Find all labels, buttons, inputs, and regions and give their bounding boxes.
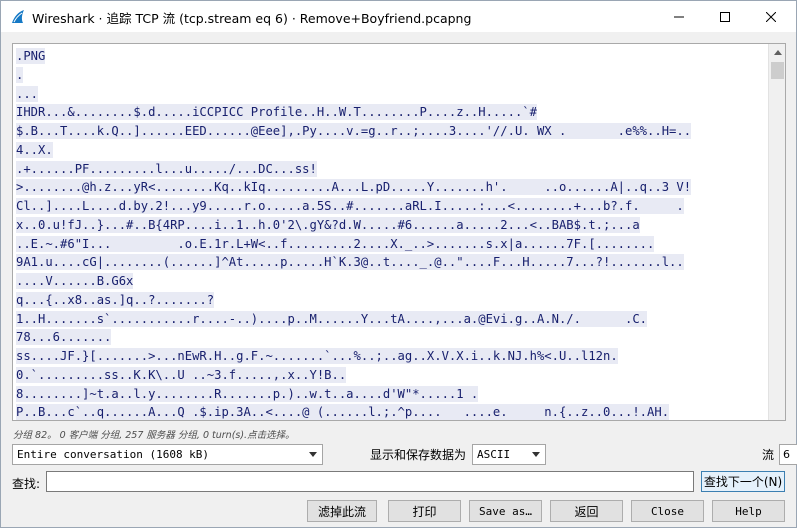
stream-line: 78...6.......	[16, 328, 766, 347]
scroll-up-arrow-icon	[773, 50, 782, 55]
maximize-button[interactable]	[702, 1, 748, 32]
stream-line: Cl..]....L....d.by.2!...y9.....r.o.....a…	[16, 197, 766, 216]
conversation-select[interactable]: Entire conversation (1608 kB)	[12, 444, 323, 465]
stream-line-text: 8........]~t.a..l.y........R.......p.)..…	[16, 385, 479, 402]
format-select[interactable]: ASCII	[472, 444, 546, 465]
minimize-icon	[674, 16, 684, 17]
stream-line-text: 1..H.......s`...........r....-..)....p..…	[16, 310, 648, 327]
back-button[interactable]: 返回	[550, 500, 623, 522]
stream-line-text: IHDR...&........$.d.....iCCPICC Profile.…	[16, 104, 537, 121]
format-value: ASCII	[477, 448, 511, 461]
stream-line: IHDR...&........$.d.....iCCPICC Profile.…	[16, 103, 766, 122]
print-button[interactable]: 打印	[388, 500, 461, 522]
stream-line: 4..X.	[16, 141, 766, 160]
stream-line: >........@h.z...yR<........Kq..kIq......…	[16, 178, 766, 197]
stream-stats: 分组 82。 0 客户端 分组, 257 服务器 分组, 0 turn(s).点…	[13, 430, 295, 441]
stream-line: x..0.u!fJ..}...#..B{4RP....i..1..h.0'2\.…	[16, 216, 766, 235]
stream-line: P..B...c`..q......A...Q .$.ip.3A..<....@…	[16, 403, 766, 420]
close-icon	[766, 11, 776, 22]
stream-line-text: 78...6.......	[16, 329, 112, 346]
stream-line-text: 9A1.u....cG|........(......]^At.....p...…	[16, 254, 684, 271]
stream-line: ss....JF.}[.......>...nEwR.H..g.F.~.....…	[16, 347, 766, 366]
stream-line-text: ..E.~.#6"I... .o.E.1r.L+W<..f.........2.…	[16, 235, 655, 252]
save-as-button[interactable]: Save as…	[469, 500, 542, 522]
stream-text[interactable]: .PNG.... IHDR...&........$.d.....iCCPICC …	[16, 47, 766, 420]
stream-line-text: ....V......B.G6x	[16, 273, 134, 289]
stream-line: .+......PF.........l...u...../...DC...ss…	[16, 160, 766, 179]
stream-line-text: q...{..x8..as.]q..?.......?	[16, 291, 215, 308]
scroll-thumb[interactable]	[771, 62, 784, 79]
stream-line: ....V......B.G6x	[16, 272, 766, 291]
stream-line: .	[16, 66, 766, 85]
stream-line: $.B...T....k.Q..]......EED......@Eee],.P…	[16, 122, 766, 141]
stream-line: .PNG	[16, 47, 766, 66]
vertical-scrollbar[interactable]	[768, 44, 785, 420]
stream-line-text: 4..X.	[16, 141, 53, 158]
stream-line-text: .+......PF.........l...u...../...DC...ss…	[16, 160, 317, 177]
conversation-value: Entire conversation (1608 kB)	[17, 448, 210, 461]
stream-label: 流	[762, 448, 775, 462]
stream-line-text: $.B...T....k.Q..]......EED......@Eee],.P…	[16, 123, 692, 139]
maximize-icon	[720, 11, 730, 22]
find-label: 查找:	[12, 477, 41, 491]
find-input[interactable]	[46, 471, 694, 492]
dropdown-arrow-icon	[304, 452, 322, 457]
dropdown-arrow-icon	[527, 452, 545, 457]
help-button[interactable]: Help	[712, 500, 785, 522]
stream-line-text: ss....JF.}[.......>...nEwR.H..g.F.~.....…	[16, 348, 618, 364]
stream-line: 8........]~t.a..l.y........R.......p.)..…	[16, 385, 766, 404]
close-button[interactable]: Close	[631, 500, 704, 522]
close-window-button[interactable]	[748, 1, 794, 32]
stream-line-text: .	[16, 66, 24, 83]
stream-line: 1..H.......s`...........r....-..)....p..…	[16, 310, 766, 329]
stream-line: ...	[16, 85, 766, 104]
filter-out-stream-button[interactable]: 滤掉此流	[307, 500, 377, 522]
follow-tcp-stream-window: Wireshark · 追踪 TCP 流 (tcp.stream eq 6) ·…	[0, 0, 797, 528]
stream-line-text: .PNG	[16, 48, 46, 64]
stream-line-text: 0.`.........ss..K.K\..U ..~3.f.....,.x..…	[16, 366, 347, 383]
scroll-up-button[interactable]	[769, 44, 785, 61]
minimize-button[interactable]	[656, 1, 702, 32]
stream-line: ..E.~.#6"I... .o.E.1r.L+W<..f.........2.…	[16, 235, 766, 254]
title-bar[interactable]: Wireshark · 追踪 TCP 流 (tcp.stream eq 6) ·…	[1, 1, 796, 32]
stream-line: 9A1.u....cG|........(......]^At.....p...…	[16, 253, 766, 272]
stream-line: 0.`.........ss..K.K\..U ..~3.f.....,.x..…	[16, 366, 766, 385]
stream-line-text: ...	[16, 85, 39, 102]
stream-line-text: P..B...c`..q......A...Q .$.ip.3A..<....@…	[16, 404, 670, 420]
wireshark-fin-icon	[12, 10, 24, 23]
stream-line: q...{..x8..as.]q..?.......?	[16, 291, 766, 310]
window-title: Wireshark · 追踪 TCP 流 (tcp.stream eq 6) ·…	[32, 11, 472, 26]
stream-number-value: 6	[783, 448, 790, 461]
stream-line-text: Cl..]....L....d.by.2!...y9.....r.o.....a…	[16, 198, 684, 214]
stream-number-spinbox[interactable]: 6	[779, 444, 797, 465]
stream-line-text: x..0.u!fJ..}...#..B{4RP....i..1..h.0'2\.…	[16, 216, 640, 233]
stream-content-panel[interactable]: .PNG.... IHDR...&........$.d.....iCCPICC …	[12, 43, 786, 421]
format-label: 显示和保存数据为	[370, 448, 467, 462]
find-next-button[interactable]: 查找下一个(N)	[701, 471, 785, 492]
stream-line-text: >........@h.z...yR<........Kq..kIq......…	[16, 179, 692, 196]
